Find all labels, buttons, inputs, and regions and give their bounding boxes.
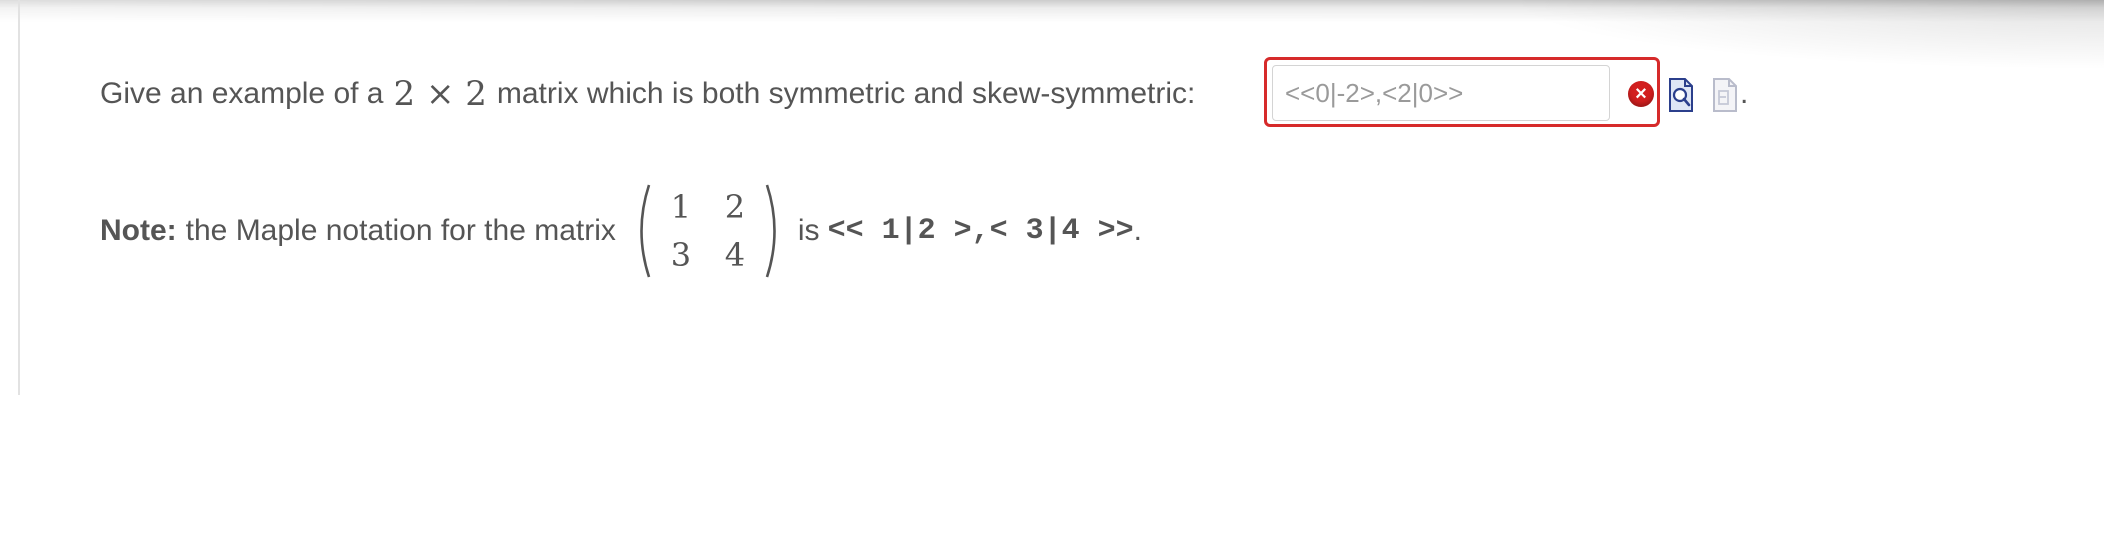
answer-input[interactable] (1272, 65, 1610, 121)
left-paren (640, 184, 651, 278)
question-period: . (1740, 77, 1749, 110)
error-x-icon: × (1628, 81, 1654, 107)
right-paren (765, 184, 776, 278)
question-line: Give an example of a 2 × 2 matrix which … (100, 62, 1195, 126)
feedback-document-icon[interactable] (1712, 78, 1738, 112)
note-is: is (797, 214, 820, 247)
question-suffix: matrix which is both symmetric and skew-… (496, 77, 1196, 110)
matrix-entry: 3 (670, 236, 692, 274)
matrix-entry: 4 (724, 236, 746, 274)
example-matrix: 1 2 3 4 (632, 183, 784, 279)
note-label: Note: (100, 214, 177, 247)
maple-notation-code: << 1|2 >,< 3|4 >> (827, 214, 1134, 248)
note-text: the Maple notation for the matrix (185, 214, 616, 247)
matrix-entry: 1 (670, 188, 692, 226)
matrix-entries: 1 2 3 4 (654, 183, 762, 279)
note-period: . (1133, 214, 1142, 247)
matrix-dimensions: 2 × 2 (393, 74, 487, 114)
note-line: Note: the Maple notation for the matrix … (100, 183, 1142, 279)
question-prefix: Give an example of a (100, 77, 384, 110)
preview-magnifier-icon[interactable] (1668, 78, 1694, 112)
left-border-rule (18, 0, 20, 395)
matrix-entry: 2 (724, 188, 746, 226)
